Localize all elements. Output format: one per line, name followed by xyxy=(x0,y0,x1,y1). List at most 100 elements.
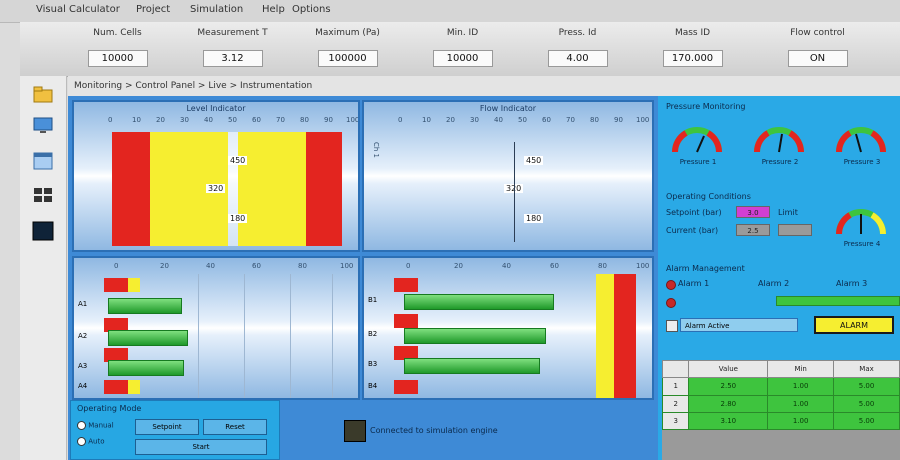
alarm-checkbox[interactable] xyxy=(666,320,678,332)
tick-label: 80 xyxy=(590,116,599,124)
table-cell: 5.00 xyxy=(833,411,900,431)
table-row[interactable]: 3 3.10 1.00 5.00 xyxy=(661,411,900,431)
gauge-icon xyxy=(836,127,886,153)
tick-label: 60 xyxy=(550,262,559,270)
toolbar-cell: Num. Cells 10000 xyxy=(60,28,175,72)
tick-label: 80 xyxy=(300,116,309,124)
table-cell: 1 xyxy=(661,377,690,396)
table-row[interactable]: 1 2.50 1.00 5.00 xyxy=(661,377,900,396)
table-cell: 2.50 xyxy=(688,377,769,396)
table-header: Max xyxy=(833,359,900,379)
alarm-band xyxy=(104,278,128,292)
menu-simulation[interactable]: Simulation xyxy=(190,4,243,15)
alarm-zone xyxy=(614,274,636,398)
tick-row: 0 10 20 30 40 50 60 70 80 90 100 xyxy=(370,116,649,126)
alarm-active-field[interactable]: Alarm Active xyxy=(680,318,798,332)
breadcrumb[interactable]: Monitoring > Control Panel > Live > Inst… xyxy=(68,76,900,96)
tick-label: 60 xyxy=(542,116,551,124)
marker-label: 180 xyxy=(524,214,544,223)
table-cell: 2 xyxy=(661,394,690,413)
alarm-band xyxy=(394,314,418,328)
bar-right-2 xyxy=(404,328,546,344)
reset-button[interactable]: Reset xyxy=(203,419,267,435)
terminal-icon[interactable] xyxy=(32,220,54,242)
alarm-ok-bar xyxy=(776,296,900,306)
toolbar-value[interactable]: 10000 xyxy=(87,50,148,67)
radio-icon xyxy=(77,437,86,446)
toolbar-cell: Mass ID 170.000 xyxy=(635,28,750,72)
operating-mode-panel: Operating Mode Manual Auto Setpoint Rese… xyxy=(70,400,280,460)
toolbar-value[interactable]: 10000 xyxy=(432,50,493,67)
table-header: Value xyxy=(688,359,769,379)
radio-manual[interactable]: Manual xyxy=(77,421,114,430)
row-label: B1 xyxy=(368,296,378,304)
toolbar-label: Flow control xyxy=(790,28,845,38)
toolbar-value[interactable]: 4.00 xyxy=(547,50,608,67)
center-line xyxy=(514,142,515,242)
warning-zone xyxy=(596,274,614,398)
gauge-label: Pressure 2 xyxy=(761,158,799,166)
toolbar-value[interactable]: ON xyxy=(787,50,848,67)
limit-field[interactable] xyxy=(778,224,812,236)
grid-icon[interactable] xyxy=(32,184,54,206)
tick-label: 40 xyxy=(494,116,503,124)
start-button[interactable]: Start xyxy=(135,439,267,455)
tick-label: 20 xyxy=(160,262,169,270)
tick-label: 40 xyxy=(204,116,213,124)
tick-label: 0 xyxy=(108,116,113,124)
menu-help[interactable]: Help xyxy=(262,4,285,15)
tick-label: 20 xyxy=(446,116,455,124)
table-cell: 3 xyxy=(661,411,690,431)
tick-row: 0 20 40 60 80 100 xyxy=(80,262,354,272)
row-label: A2 xyxy=(78,332,88,340)
alarm-label: Alarm 2 xyxy=(758,279,790,288)
table-row[interactable]: 2 2.80 1.00 5.00 xyxy=(661,394,900,413)
radio-auto[interactable]: Auto xyxy=(77,437,105,446)
table-cell: 1.00 xyxy=(767,377,835,396)
toolbar-value[interactable]: 100000 xyxy=(317,50,378,67)
tick-label: 50 xyxy=(518,116,527,124)
tick-label: 0 xyxy=(406,262,411,270)
tick-label: 10 xyxy=(422,116,431,124)
status-text: Connected to simulation engine xyxy=(370,426,498,435)
tick-label: 10 xyxy=(132,116,141,124)
toolbar-cell: Maximum (Pa) 100000 xyxy=(290,28,405,72)
tick-label: 60 xyxy=(252,116,261,124)
window-icon[interactable] xyxy=(32,150,54,172)
toolbar-value[interactable]: 3.12 xyxy=(202,50,263,67)
alarm-band xyxy=(394,380,418,394)
toolbar-cell: Measurement T 3.12 xyxy=(175,28,290,72)
alarms-title: Alarm Management xyxy=(666,264,745,273)
tick-label: 20 xyxy=(156,116,165,124)
menu-visual-calculator[interactable]: Visual Calculator xyxy=(36,4,120,15)
tick-label: 80 xyxy=(598,262,607,270)
marker-label: 450 xyxy=(228,156,248,165)
toolbar-value[interactable]: 170.000 xyxy=(662,50,723,67)
menu-options[interactable]: Options xyxy=(292,4,331,15)
grid-line xyxy=(332,274,333,398)
alarm-label: Alarm 3 xyxy=(836,279,868,288)
table-header: Min xyxy=(767,359,835,379)
row-label: B2 xyxy=(368,330,378,338)
bar-left-1 xyxy=(108,298,182,314)
monitor-icon[interactable] xyxy=(32,114,54,136)
folder-icon[interactable] xyxy=(32,84,54,106)
radio-icon xyxy=(77,421,86,430)
menu-project[interactable]: Project xyxy=(136,4,170,15)
alarm-band xyxy=(104,380,128,394)
bar-panel-right: 0 20 40 60 80 100 B1 B2 B3 B4 xyxy=(362,256,654,400)
radio-label: Auto xyxy=(88,437,105,446)
table-cell: 5.00 xyxy=(833,377,900,396)
toolbar-label: Min. ID xyxy=(446,28,479,38)
alarm-status-indicator: ALARM xyxy=(814,316,894,334)
setpoint-field[interactable]: 3.0 xyxy=(736,206,770,218)
tick-label: 30 xyxy=(470,116,479,124)
row-label: A4 xyxy=(78,382,88,390)
toolbar-cell: Press. Id 4.00 xyxy=(520,28,635,72)
toolbar-label: Measurement T xyxy=(197,28,268,38)
row-label: A3 xyxy=(78,362,88,370)
grid-line xyxy=(290,274,291,398)
status-icon xyxy=(344,420,366,442)
setpoint-button[interactable]: Setpoint xyxy=(135,419,199,435)
tick-label: 100 xyxy=(340,262,354,270)
